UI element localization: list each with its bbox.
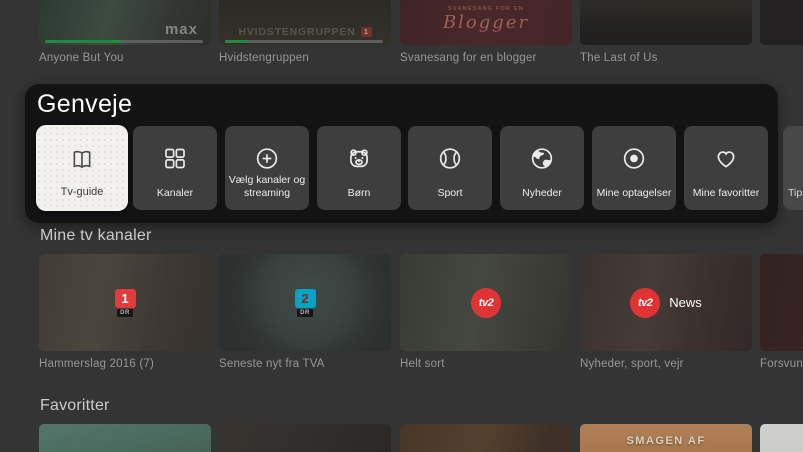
book-icon: [69, 146, 96, 173]
thumbnail-image: tv2: [400, 254, 572, 351]
channel-item[interactable]: 1DR Hammerslag 2016 (7): [39, 254, 211, 370]
max-logo: max: [165, 21, 198, 38]
shortcut-label: Nyheder: [500, 187, 584, 201]
thumbnail-title: Seneste nyt fra TVA: [219, 358, 391, 370]
dr-network-label: DR: [297, 309, 313, 317]
thumbnail-image: [580, 0, 752, 45]
thumbnail-image: HVIDSTENGRUPPEN 1: [219, 0, 391, 45]
shortcut-label: Kanaler: [133, 187, 217, 201]
record-icon: [621, 145, 648, 172]
shortcut-card-mine-optagelser[interactable]: Mine optagelser: [592, 126, 676, 210]
thumbnail-image: max: [39, 0, 211, 45]
thumbnail-title-art: Blogger: [400, 12, 572, 33]
shortcut-card-b-rn[interactable]: Børn: [317, 126, 401, 210]
favorite-item[interactable]: SMAGEN AF: [580, 424, 752, 452]
shortcut-card-mine-favoritter[interactable]: Mine favoritter: [684, 126, 768, 210]
shortcut-label: Vælg kanaler og streaming: [225, 174, 309, 201]
tv2-circle: tv2: [630, 288, 660, 318]
channel-item[interactable]: tv2 News Nyheder, sport, vejr: [580, 254, 752, 370]
shortcuts-heading: Genveje: [37, 90, 132, 119]
favorite-item[interactable]: [219, 424, 391, 452]
continue-watching-item[interactable]: HVIDSTENGRUPPEN 1 Hvidstengruppen: [219, 0, 391, 64]
thumbnail-image: [39, 424, 211, 452]
shortcut-card-tv-guide[interactable]: Tv-guide: [36, 125, 128, 211]
channel-item[interactable]: 2DR Seneste nyt fra TVA: [219, 254, 391, 370]
shortcut-card-sport[interactable]: Sport: [408, 126, 492, 210]
thumbnail-image: [219, 424, 391, 452]
shortcut-label: Mine optagelser: [592, 187, 676, 201]
thumbnail-title: Nyheder, sport, vejr: [580, 358, 752, 370]
tv-home-screen: max Anyone But You HVIDSTENGRUPPEN 1 Hvidste…: [0, 0, 803, 452]
favorites-heading: Favoritter: [40, 397, 110, 415]
thumbnail-caption-text: SMAGEN AF: [580, 435, 752, 447]
shortcut-label: Tv-guide: [36, 185, 128, 199]
shortcut-card-tips[interactable]: Tips: [783, 126, 803, 210]
thumbnail-title: Hammerslag 2016 (7): [39, 358, 211, 370]
tv2-circle: tv2: [471, 288, 501, 318]
shortcut-label: Tips: [783, 187, 803, 201]
thumbnail-title: The Last of Us: [580, 52, 752, 64]
ball-icon: [437, 145, 464, 172]
channel-item[interactable]: Forsvundet: [760, 254, 803, 370]
thumbnail-caption: HVIDSTENGRUPPEN 1: [219, 26, 391, 38]
thumbnail-title: Forsvundet: [760, 358, 803, 370]
dr2-logo: 2DR: [295, 289, 316, 317]
thumbnail-image: SMAGEN AF: [580, 424, 752, 452]
thumbnail-title: Hvidstengruppen: [219, 52, 391, 64]
bear-icon: [346, 145, 373, 172]
heart-icon: [713, 145, 740, 172]
shortcut-card-nyheder[interactable]: Nyheder: [500, 126, 584, 210]
globe-icon: [529, 145, 556, 172]
grid-icon: [162, 145, 189, 172]
dr1-logo: 1DR: [115, 289, 136, 317]
continue-watching-item[interactable]: The Last of Us: [580, 0, 752, 64]
dr-channel-number: 2: [295, 289, 316, 308]
thumbnail-image: SVANESANG FOR ENBlogger: [400, 0, 572, 45]
watch-progress-fill: [225, 40, 247, 43]
shortcut-label: Børn: [317, 187, 401, 201]
caption-text: HVIDSTENGRUPPEN: [238, 26, 355, 38]
favorite-item[interactable]: [39, 424, 211, 452]
continue-watching-item[interactable]: max Anyone But You: [39, 0, 211, 64]
continue-watching-item[interactable]: SVANESANG FOR ENBlogger Svanesang for en …: [400, 0, 572, 64]
thumbnail-title: Svanesang for en blogger: [400, 52, 572, 64]
thumbnail-title: Anyone But You: [39, 52, 211, 64]
thumbnail-image: [760, 424, 803, 452]
continue-watching-item[interactable]: [760, 0, 803, 52]
dr-channel-number: 1: [115, 289, 136, 308]
watch-progress-bar: [45, 40, 203, 43]
channels-heading: Mine tv kanaler: [40, 227, 152, 245]
thumbnail-image: [760, 0, 803, 45]
watch-progress-bar: [225, 40, 383, 43]
favorite-item[interactable]: [760, 424, 803, 452]
thumbnail-image: 1DR: [39, 254, 211, 351]
watch-progress-fill: [45, 40, 122, 43]
dr-network-label: DR: [117, 309, 133, 317]
plus-circle-icon: [254, 145, 281, 172]
shortcut-label: Mine favoritter: [684, 187, 768, 201]
channel-item[interactable]: tv2 Helt sort: [400, 254, 572, 370]
shortcut-card-kanaler[interactable]: Kanaler: [133, 126, 217, 210]
thumbnail-image: 2DR: [219, 254, 391, 351]
tv2-logo: tv2 News: [630, 288, 702, 318]
favorite-item[interactable]: [400, 424, 572, 452]
thumbnail-image: tv2 News: [580, 254, 752, 351]
thumbnail-image: [760, 254, 803, 351]
shortcut-card-v-lg-kanaler-og-streaming[interactable]: Vælg kanaler og streaming: [225, 126, 309, 210]
dr1-mini-logo: 1: [361, 27, 372, 37]
shortcut-label: Sport: [408, 187, 492, 201]
thumbnail-image: [400, 424, 572, 452]
tv2-logo: tv2: [471, 288, 501, 318]
tv2-news-label: News: [669, 295, 702, 310]
thumbnail-title: Helt sort: [400, 358, 572, 370]
